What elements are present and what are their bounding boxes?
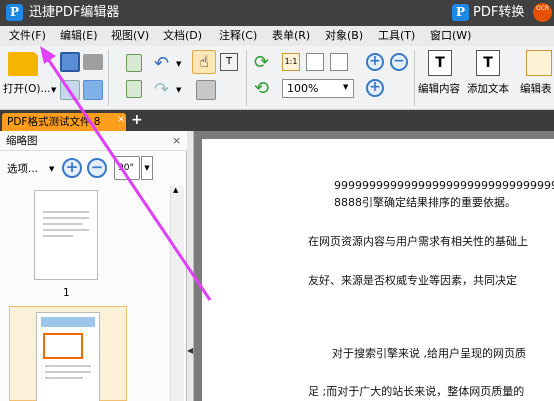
annotation-arrow-icon [40, 46, 212, 301]
